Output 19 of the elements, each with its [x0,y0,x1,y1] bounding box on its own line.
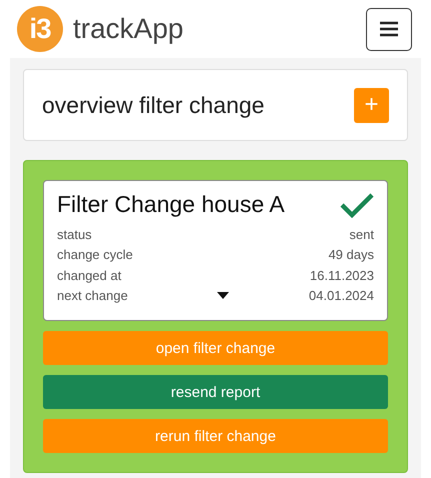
detail-value: sent [349,226,374,242]
action-button[interactable]: rerun filter change [43,419,388,453]
detail-value: 16.11.2023 [310,268,374,283]
action-button[interactable]: open filter change [43,331,388,365]
logo: i3 [17,6,63,52]
menu-button[interactable] [366,8,412,50]
detail-label: next change [57,288,128,304]
menu-icon [379,21,399,37]
add-button[interactable]: + [354,88,389,122]
caret-icon[interactable] [216,292,229,300]
overview-title: overview filter change [42,92,264,118]
detail-label: change cycle [57,247,133,262]
detail-label: status [57,226,92,242]
detail-value: 04.01.2024 [308,288,374,304]
detail-label: changed at [57,268,122,283]
app-name: trackApp [73,13,184,45]
card-title: Filter Change house A [57,191,285,218]
action-button[interactable]: resend report [43,375,388,409]
detail-value: 49 days [328,247,374,262]
